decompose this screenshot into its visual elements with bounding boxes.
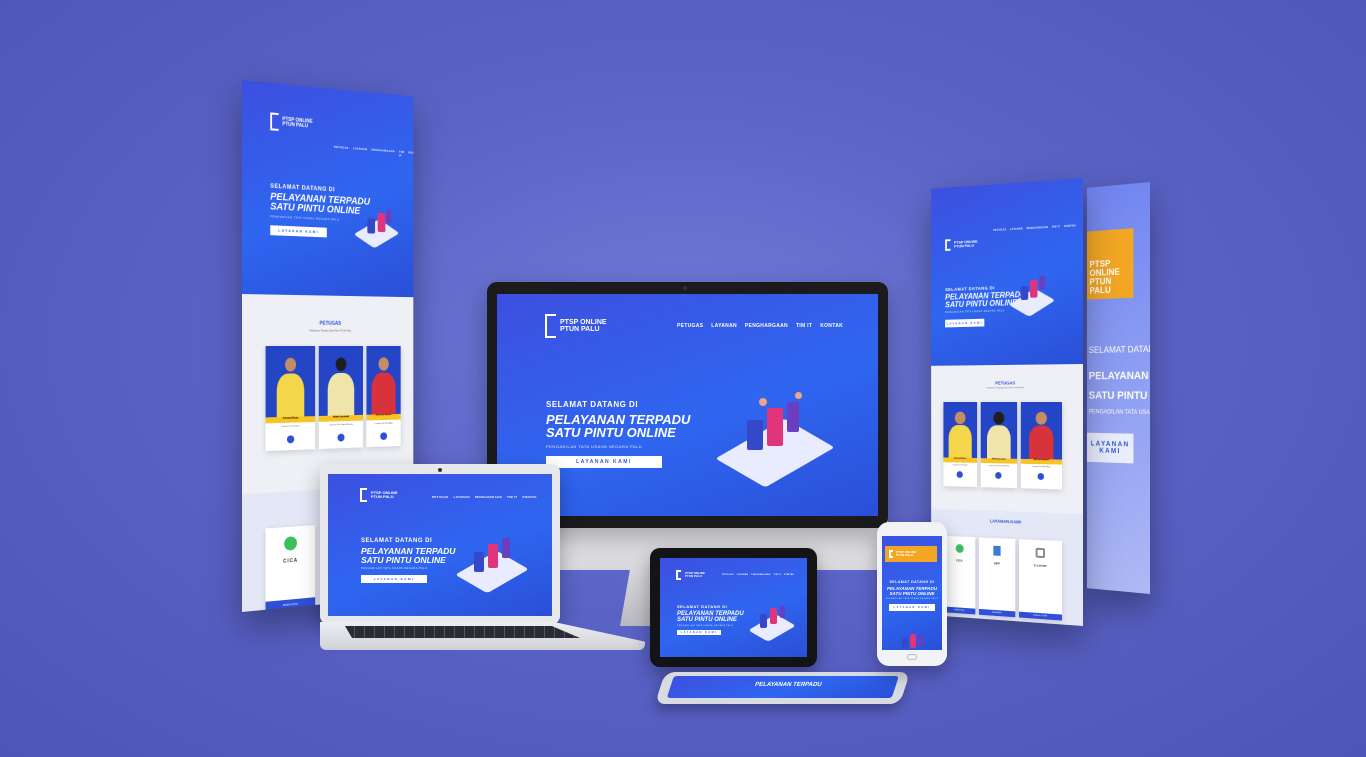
laptop: PTSP ONLINE PTUN PALU PETUGAS LAYANAN PE… (320, 464, 560, 624)
logo-icon (360, 488, 367, 502)
nav-tim-it[interactable]: TIM IT (399, 150, 404, 158)
phone-icon[interactable] (956, 471, 963, 478)
layanan-name: CICA (283, 557, 299, 565)
nav-tim-it[interactable]: TIM IT (796, 323, 812, 329)
tablet-flat-screen: PELAYANAN TERPADU (666, 676, 899, 698)
petugas-role: Layanan Via WhatsApp (374, 422, 393, 426)
home-button[interactable] (907, 654, 917, 660)
layanan-section: LAYANAN KAMI CICA BUKA CICA SIPP BUKA SI… (931, 508, 1083, 626)
nav-menu: PETUGAS LAYANAN PENGHARGAAN TIM IT KONTA… (334, 145, 413, 159)
hero-subtitle: PENGADILAN TATA USAHA NEGARA PALU (546, 443, 643, 449)
left-hero: PTSP ONLINE PTUN PALU PETUGAS LAYANAN PE… (242, 80, 414, 298)
petugas-card[interactable]: Riki Sutri Affandi Layanan Via WhatsApp (1020, 402, 1062, 490)
whatsapp-icon[interactable] (1037, 472, 1045, 481)
petugas-name: Wiwik Ismawati (332, 415, 350, 419)
nav-penghargaan[interactable]: PENGHARGAAN (745, 323, 788, 329)
nav-menu: PETUGAS LAYANAN PENGHARGAAN TIM IT KONTA… (722, 574, 795, 576)
logo[interactable]: PTSP ONLINE PTUN PALU (945, 238, 978, 251)
tablet-screen: PTSP ONLINE PTUN PALU PETUGAS LAYANAN PE… (660, 558, 807, 657)
buka-cica-button[interactable]: BUKA CICA (265, 597, 316, 612)
phone-icon[interactable] (286, 435, 295, 444)
zoom-icon[interactable] (337, 433, 345, 442)
petugas-title: PETUGAS (319, 320, 342, 327)
nav-petugas[interactable]: PETUGAS (334, 145, 349, 154)
petugas-name: Riki Sutri Affandi (376, 414, 392, 417)
logo[interactable]: PTSP ONLINE PTUN PALU (545, 314, 607, 338)
tablet: PTSP ONLINE PTUN PALU PETUGAS LAYANAN PE… (650, 548, 817, 667)
hero-title-1: PELAYANAN TERPADU (546, 412, 691, 427)
cta-button[interactable]: LAYANAN KAMI (270, 225, 327, 238)
petugas-name: Achmad Riyan (282, 416, 299, 420)
whatsapp-icon (284, 536, 297, 551)
logo-icon (545, 314, 556, 338)
petugas-section: PETUGAS Pelayanan Terpadu Satu Pintu PTU… (931, 364, 1083, 514)
document-icon (993, 545, 1001, 556)
nav-layanan[interactable]: LAYANAN (353, 146, 367, 155)
nav-menu: PETUGAS LAYANAN PENGHARGAAN TIM IT KONTA… (677, 323, 843, 329)
logo-icon (270, 112, 279, 131)
nav-menu: PETUGAS LAYANAN PENGHARGAAN TIM IT KONTA… (993, 224, 1076, 232)
keyboard (345, 626, 580, 638)
tablet-flat: PELAYANAN TERPADU (654, 672, 911, 704)
nav-penghargaan[interactable]: PENGHARGAAN (371, 148, 394, 157)
whatsapp-icon[interactable] (380, 432, 388, 441)
zoom-icon[interactable] (995, 471, 1002, 479)
nav-petugas[interactable]: PETUGAS (677, 323, 703, 329)
hero-title-2: SATU PINTU ONLINE (546, 425, 676, 441)
hero-illustration (455, 532, 530, 594)
logo[interactable]: PTSP ONLINE PTUN PALU (676, 570, 705, 580)
layanan-title: LAYANAN KAMI (989, 518, 1021, 525)
logo[interactable]: PTSP ONLINE PTUN PALU (270, 112, 313, 133)
petugas-card[interactable]: Riki Sutri Affandi Layanan Via WhatsApp (366, 346, 401, 448)
petugas-card[interactable]: Achmad Riyan Layanan Via Telepon (265, 346, 316, 452)
hero-illustration (1008, 271, 1059, 322)
nav-menu: PETUGAS LAYANAN PENGHARGAAN TIM IT KONTA… (432, 495, 537, 499)
layanan-card-sipp[interactable]: SIPP BUKA SIPP (978, 537, 1016, 618)
hero-illustration (353, 204, 402, 253)
cta-button[interactable]: LAYANAN KAMI (546, 455, 662, 468)
smartphone: PTSP ONLINE PTUN PALU SELAMAT DATANG DI … (877, 522, 947, 666)
brand-card: PTSP ONLINE PTUN PALU (885, 546, 937, 562)
phone-screen: PTSP ONLINE PTUN PALU SELAMAT DATANG DI … (882, 536, 942, 650)
petugas-role: Layanan Via Telepon (281, 425, 300, 428)
petugas-subtitle: Pelayanan Terpadu Satu Pintu PTUN Palu (309, 329, 352, 333)
camera-icon (683, 286, 687, 290)
logo[interactable]: PTSP ONLINE PTUN PALU (360, 488, 398, 502)
petugas-card[interactable]: Achmad Riyan Layanan Via Telepon (943, 402, 978, 488)
petugas-card[interactable]: Wiwik Ismawati Layanan Via Zoom Meeting (318, 346, 363, 450)
hero-welcome: SELAMAT DATANG DI (546, 400, 639, 409)
petugas-card[interactable]: Wiwik Ismawati Layanan Via Zoom Meeting (980, 402, 1018, 489)
hero-illustration (715, 390, 839, 488)
right-hero: PTSP ONLINE PTUN PALU PETUGAS LAYANAN PE… (931, 178, 1083, 366)
whatsapp-icon (955, 543, 964, 554)
layanan-card-cica[interactable]: CICA BUKA CICA (265, 525, 316, 612)
laptop-screen: PTSP ONLINE PTUN PALU PETUGAS LAYANAN PE… (328, 474, 552, 616)
camera-icon (438, 468, 442, 472)
right-back-page-mockup: PTSP ONLINE PTUN PALU SELAMAT DATANG DI … (1086, 182, 1150, 594)
right-page-mockup: PTSP ONLINE PTUN PALU PETUGAS LAYANAN PE… (931, 178, 1083, 626)
nav-kontak[interactable]: KONTAK (408, 150, 413, 158)
petugas-role: Layanan Via Zoom Meeting (329, 423, 353, 427)
logo-icon (676, 570, 681, 580)
logo-icon (889, 550, 893, 558)
nav-kontak[interactable]: KONTAK (820, 323, 843, 329)
hero-illustration (898, 630, 928, 650)
layanan-card-ecourt[interactable]: E-COURT BUKA E-COURT (1018, 539, 1062, 621)
logo-icon (945, 239, 951, 251)
brand-card: PTSP ONLINE PTUN PALU (1086, 228, 1134, 300)
court-icon (1035, 547, 1046, 559)
layanan-card-cica[interactable]: CICA BUKA CICA (943, 535, 976, 615)
hero-illustration (748, 602, 800, 642)
nav-layanan[interactable]: LAYANAN (711, 323, 737, 329)
